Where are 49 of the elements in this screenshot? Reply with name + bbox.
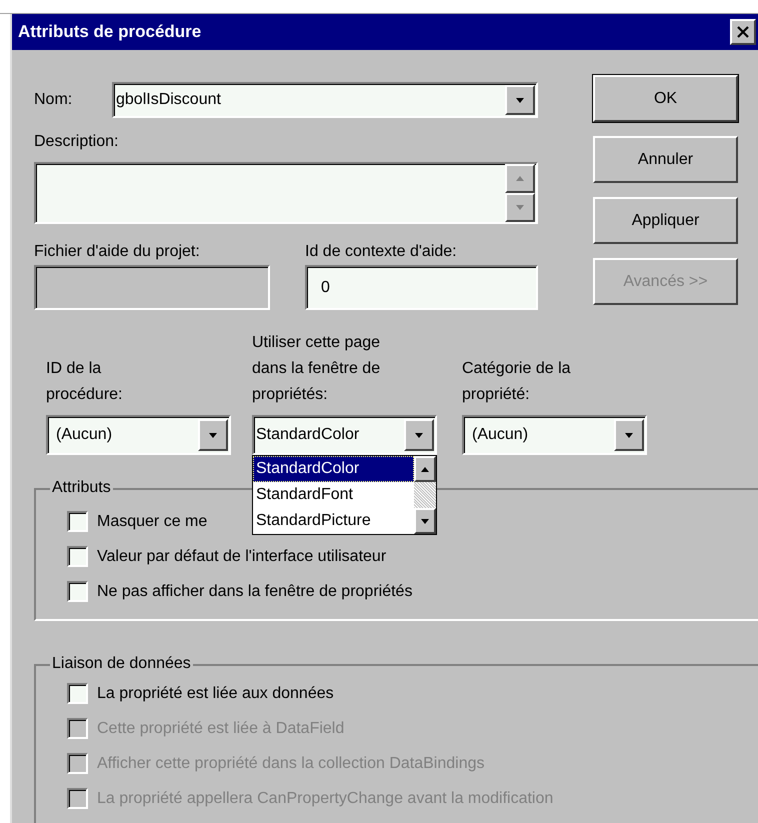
name-dropdown[interactable]: gbolIsDiscount (112, 82, 538, 118)
down-arrow-icon (514, 203, 526, 212)
close-button[interactable] (730, 19, 756, 45)
list-item[interactable]: StandardFont (253, 482, 414, 508)
dropdown-label: Catégorie de la propriété: (462, 359, 572, 405)
scroll-up-button[interactable] (505, 164, 535, 193)
dropdown-label: ID de la procédure: (46, 359, 124, 405)
checkbox[interactable] (67, 546, 88, 567)
dropdown[interactable]: StandardColor (252, 415, 437, 455)
down-arrow-icon (623, 430, 635, 440)
down-arrow-icon (207, 430, 219, 440)
down-arrow-icon (413, 430, 425, 440)
field-label: Description: (34, 132, 120, 152)
dropdown-value: (Aucun) (55, 425, 114, 445)
field-value: gbolIsDiscount (115, 90, 222, 110)
field-label: Fichier d'aide du projet: (34, 242, 201, 262)
scroll-up-button[interactable] (414, 456, 436, 482)
description-field[interactable] (34, 162, 538, 224)
up-arrow-icon (419, 464, 431, 474)
close-icon (737, 26, 749, 38)
checkbox-label: Afficher cette propriété dans la collection DataBindings (97, 754, 484, 774)
down-arrow-icon (419, 516, 431, 526)
help-context-field[interactable]: 0 (305, 265, 538, 310)
field-label: Id de contexte d'aide: (305, 242, 458, 262)
checkbox-label: Cette propriété est liée à DataField (97, 718, 344, 738)
checkbox-label: La propriété est liée aux données (97, 684, 334, 704)
dialog-button[interactable]: OK (593, 75, 738, 122)
dialog-button[interactable]: Appliquer (593, 197, 738, 244)
dropdown[interactable]: (Aucun) (46, 415, 231, 455)
field-value: 0 (321, 278, 330, 298)
checkbox-label: La propriété appellera CanPropertyChange avant la modification (97, 788, 554, 808)
up-arrow-icon (514, 174, 526, 183)
checkbox-label: Ne pas afficher dans la fenêtre de propriétés (97, 582, 412, 602)
checkbox[interactable] (67, 683, 88, 704)
scrollbar[interactable] (414, 456, 436, 534)
dropdown-value: (Aucun) (471, 425, 530, 445)
dropdown[interactable]: (Aucun) (462, 415, 647, 455)
dropdown-value: StandardColor (255, 425, 360, 445)
list-item[interactable]: StandardColor (253, 456, 414, 482)
dialog-button[interactable]: Annuler (593, 136, 738, 183)
list-item[interactable]: StandardPicture (253, 508, 414, 534)
checkbox[interactable] (67, 511, 88, 532)
down-arrow-icon (514, 96, 526, 104)
dropdown-label: Utiliser cette page dans la fenêtre de propriétés: (252, 333, 382, 405)
checkbox-label: Masquer ce me (97, 512, 208, 532)
checkbox[interactable] (67, 581, 88, 602)
checkbox-label: Valeur par défaut de l'interface utilisateur (97, 546, 386, 566)
field-label: Nom: (34, 90, 74, 110)
window-title: Attributs de procédure (18, 21, 202, 44)
